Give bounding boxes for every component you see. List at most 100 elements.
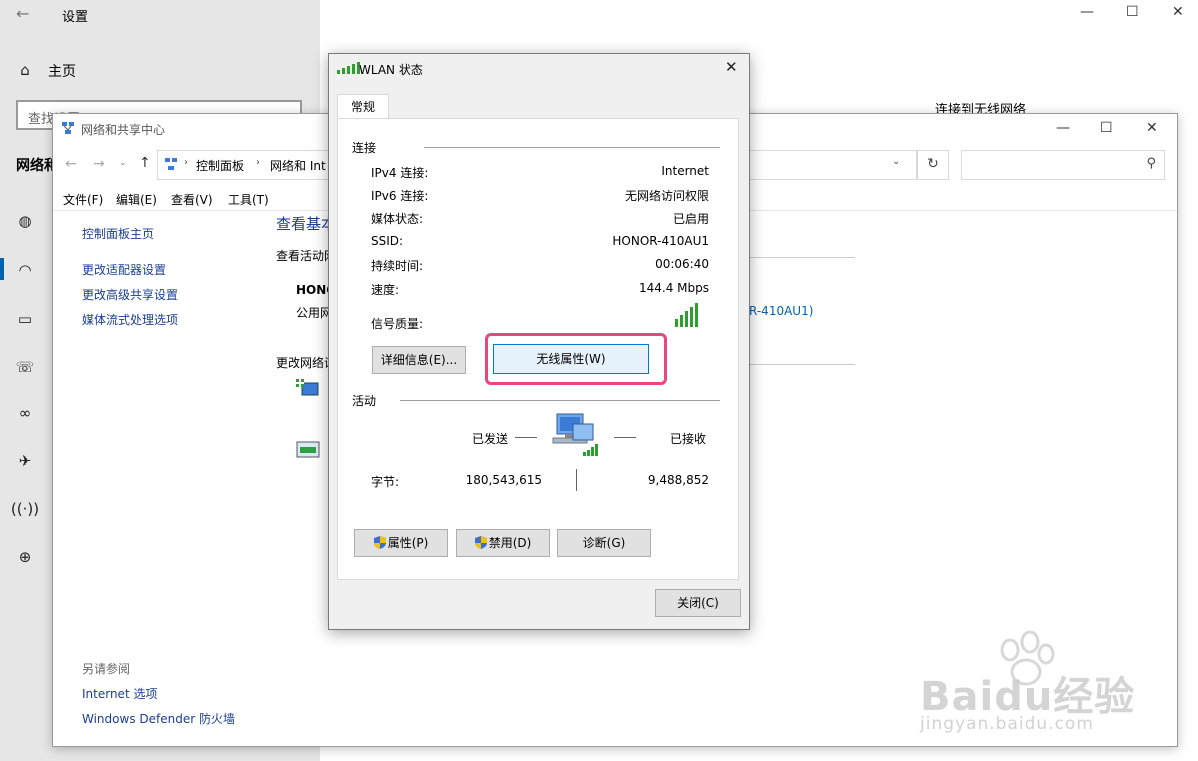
network-center-icon	[61, 121, 75, 135]
airplane-icon[interactable]: ✈	[14, 450, 36, 472]
properties-button[interactable]: 属性(P)	[354, 529, 448, 557]
signal-bar	[685, 311, 688, 327]
row-label: IPv4 连接:	[371, 166, 429, 180]
connection-group-label: 连接	[352, 141, 377, 155]
sent-label: 已发送	[472, 432, 509, 446]
breadcrumb-sep-icon: ›	[184, 157, 188, 168]
bytes-divider	[576, 469, 577, 491]
network-type: 公用网	[296, 306, 333, 320]
maximize-icon[interactable]: ☐	[1126, 4, 1139, 20]
signal-bars-small	[337, 62, 360, 74]
breadcrumb-sep-icon: ›	[256, 157, 260, 168]
signal-bar	[695, 303, 698, 327]
signal-bar	[690, 307, 693, 327]
active-networks-label: 查看活动网	[276, 249, 337, 263]
back-icon[interactable]: ←	[65, 156, 77, 172]
sent-line	[515, 437, 537, 438]
row-value: 00:06:40	[655, 257, 709, 271]
network-computer-icon	[551, 412, 601, 458]
cp-home-link[interactable]: 控制面板主页	[82, 225, 154, 242]
menu-view[interactable]: 查看(V)	[171, 191, 213, 208]
address-folder-icon	[164, 157, 178, 171]
row-label: 持续时间:	[371, 259, 424, 273]
home-icon: ⌂	[20, 61, 30, 79]
row-value: Internet	[661, 164, 709, 178]
search-icon: ⚲	[1146, 156, 1156, 171]
breadcrumb-item[interactable]: 控制面板	[196, 157, 244, 174]
signal-strength-icon	[675, 303, 698, 327]
breadcrumb-item[interactable]: 网络和 Int	[270, 157, 326, 174]
received-label: 已接收	[670, 432, 707, 446]
received-line	[614, 437, 636, 438]
connection-separator	[424, 147, 720, 148]
row-value: HONOR-410AU1	[612, 234, 709, 248]
menu-edit[interactable]: 编辑(E)	[116, 191, 157, 208]
window-title: 网络和共享中心	[81, 123, 166, 137]
back-arrow-icon[interactable]: ←	[16, 4, 29, 23]
menu-tools[interactable]: 工具(T)	[228, 191, 269, 208]
wireless-properties-button[interactable]: 无线属性(W)	[493, 344, 649, 374]
cp-minimize-icon[interactable]: —	[1056, 120, 1070, 136]
activity-separator	[400, 400, 720, 401]
dialog-title: WLAN 状态	[359, 63, 423, 77]
cp-close-icon[interactable]: ✕	[1146, 120, 1158, 136]
cp-maximize-icon[interactable]: ☐	[1100, 120, 1113, 136]
details-button[interactable]: 详细信息(E)...	[372, 346, 466, 374]
signal-label: 信号质量:	[371, 317, 424, 331]
baidu-watermark: Baidu经验 jingyan.baidu.com	[920, 628, 1180, 738]
dialup-icon[interactable]: ☏	[14, 356, 36, 378]
defender-firewall-link[interactable]: Windows Defender 防火墙	[82, 710, 235, 727]
advanced-sharing-link[interactable]: 更改高级共享设置	[82, 286, 178, 303]
menu-file[interactable]: 文件(F)	[63, 191, 103, 208]
address-dropdown-icon[interactable]: ⌄	[892, 156, 900, 167]
disable-button-label: 禁用(D)	[488, 536, 532, 550]
dialog-signal-icon	[337, 62, 360, 74]
proxy-icon[interactable]: ⊕	[14, 546, 36, 568]
watermark-url: jingyan.baidu.com	[920, 714, 1094, 734]
vpn-icon[interactable]: ∞	[14, 402, 36, 424]
signal-bar	[680, 315, 683, 327]
globe-icon[interactable]: ◍	[14, 210, 36, 232]
row-value: 144.4 Mbps	[638, 281, 709, 295]
troubleshoot-icon[interactable]	[296, 440, 320, 460]
home-link[interactable]: 主页	[48, 61, 76, 81]
recent-dropdown-icon[interactable]: ⌄	[119, 158, 127, 168]
internet-options-link[interactable]: Internet 选项	[82, 685, 157, 702]
right-divider	[749, 364, 855, 365]
ethernet-icon[interactable]: ▭	[14, 308, 36, 330]
uac-shield-icon	[373, 536, 386, 549]
wifi-icon[interactable]: ◠	[14, 259, 36, 281]
right-divider	[749, 257, 855, 258]
see-also-label: 另请参阅	[82, 662, 131, 676]
general-panel: 连接 IPv4 连接: Internet IPv6 连接: 无网络访问权限 媒体状态: 已…	[337, 118, 739, 580]
hotspot-icon[interactable]: ((·))	[11, 498, 39, 520]
up-icon[interactable]: ↑	[139, 155, 151, 171]
forward-icon[interactable]: →	[93, 156, 105, 172]
dialog-close-icon[interactable]: ✕	[725, 58, 738, 76]
close-button[interactable]: 关闭(C)	[655, 589, 741, 617]
ssid-link[interactable]: R-410AU1)	[749, 304, 813, 318]
settings-title: 设置	[62, 10, 89, 25]
refresh-button[interactable]: ↻	[917, 150, 949, 180]
signal-bar	[675, 319, 678, 327]
change-settings-label: 更改网络设	[276, 356, 337, 370]
row-label: SSID:	[371, 234, 404, 248]
media-streaming-link[interactable]: 媒体流式处理选项	[82, 311, 178, 328]
search-box[interactable]: ⚲	[961, 150, 1165, 180]
close-icon[interactable]: ✕	[1172, 4, 1184, 20]
activity-group-label: 活动	[352, 394, 377, 408]
new-connection-icon[interactable]	[296, 379, 320, 401]
uac-shield-icon	[474, 536, 487, 549]
minimize-icon[interactable]: —	[1080, 4, 1094, 20]
adapter-settings-link[interactable]: 更改适配器设置	[82, 261, 166, 278]
row-value: 无网络访问权限	[624, 189, 709, 203]
bytes-label: 字节:	[371, 475, 400, 489]
row-label: IPv6 连接:	[371, 189, 429, 203]
diagnose-button[interactable]: 诊断(G)	[557, 529, 651, 557]
tab-general[interactable]: 常规	[337, 94, 389, 120]
disable-button[interactable]: 禁用(D)	[456, 529, 550, 557]
row-value: 已启用	[672, 212, 709, 226]
bytes-received-value: 9,488,852	[647, 473, 709, 487]
row-label: 速度:	[371, 283, 400, 297]
bytes-sent-value: 180,543,615	[465, 473, 542, 487]
